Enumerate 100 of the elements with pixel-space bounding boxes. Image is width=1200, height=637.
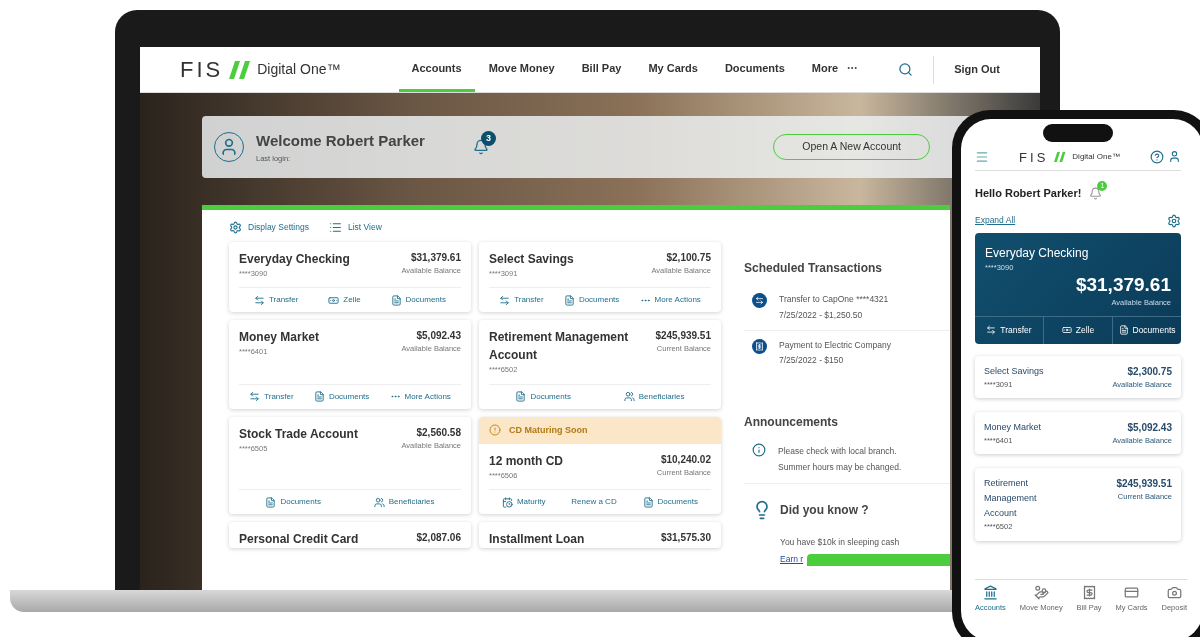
account-name: Stock Trade Account (239, 425, 358, 443)
toolbar-button[interactable]: Display Settings (229, 221, 309, 234)
card-action-link[interactable]: Beneficiaries (373, 496, 435, 509)
expand-all-link[interactable]: Expand All (975, 214, 1016, 227)
card-action-link[interactable]: Transfer (499, 294, 544, 307)
transaction-title: Transfer to CapOne ****4321 (779, 293, 889, 306)
balance: $2,087.06 (416, 531, 461, 546)
section-title: Scheduled Transactions (744, 260, 884, 277)
balance: $31,379.61 (1075, 272, 1171, 297)
account-name: Installment Loan (489, 531, 585, 549)
card-action-link[interactable]: Documents (313, 390, 370, 403)
product-name: Digital One™ (257, 60, 341, 79)
logo-mark: FIS (180, 58, 224, 81)
banknote-icon (328, 294, 340, 306)
account-name: 12 month CD (489, 453, 563, 470)
info-icon (752, 443, 766, 457)
nav-tab[interactable]: More (798, 47, 872, 92)
greeting: Hello Robert Parker! (975, 186, 1082, 201)
account-name: Select Savings (489, 251, 574, 268)
balance: $245,939.51 (655, 329, 711, 344)
notice-text: CD Maturing Soon (509, 423, 588, 437)
account-name: Everyday Checking (985, 244, 1090, 262)
search-icon[interactable] (898, 62, 914, 77)
welcome-title: Welcome Robert Parker (256, 131, 425, 152)
transaction-title: Payment to Electric Company (779, 338, 891, 352)
banknote-icon (1061, 325, 1072, 336)
account-name: Retirement Management Account (489, 329, 630, 365)
transfer-icon (752, 293, 767, 308)
slash-logo-icon (1054, 152, 1067, 162)
document-icon (313, 391, 325, 402)
account-name: Money Market (984, 421, 1043, 434)
earn-link[interactable]: Earn r (780, 552, 804, 566)
transfer-icon (986, 325, 997, 336)
document-icon (265, 496, 277, 508)
document-icon (642, 496, 654, 508)
coins-icon (1033, 584, 1049, 600)
card-action-link[interactable]: Zelle (1043, 317, 1112, 344)
card-action-link[interactable]: Documents (265, 496, 321, 509)
balance: $5,092.43 (1127, 421, 1172, 435)
help-icon[interactable] (1150, 150, 1164, 164)
camera-notch (1043, 124, 1113, 142)
section-title: Announcements (744, 414, 839, 431)
card-action-link[interactable]: Documents (642, 496, 699, 509)
card-action-link[interactable]: Documents (1112, 317, 1181, 344)
toolbar-button[interactable]: List View (328, 221, 382, 234)
card-action-link[interactable]: Maturity (501, 496, 546, 509)
card-action-link[interactable]: Transfer (249, 390, 294, 403)
announcement-text: Please check with local branch. Summer hours may be changed. (778, 445, 903, 474)
payment-icon (752, 338, 767, 354)
camera-icon (1166, 584, 1182, 600)
transfer-icon (499, 294, 511, 306)
receipt-icon (1081, 584, 1097, 600)
alert-icon (489, 424, 501, 437)
balance: $31,575.30 (660, 531, 711, 546)
settings-icon (229, 221, 242, 234)
slash-logo-icon (229, 60, 252, 79)
nav-tab[interactable]: Move Money (475, 47, 568, 92)
account-card[interactable]: Installment Loan $31,575.30 (479, 522, 721, 549)
nav-tab[interactable]: Bill Pay (568, 47, 635, 92)
document-icon (390, 294, 402, 306)
nav-tab[interactable]: My Cards (635, 47, 711, 92)
account-card[interactable]: Personal Credit Card $2,087.06 (229, 522, 471, 549)
card-action-link[interactable]: More Actions (389, 390, 451, 403)
card-action-link[interactable]: Zelle (328, 294, 361, 307)
card-action-link[interactable]: Transfer (253, 294, 299, 307)
user-icon[interactable] (1168, 150, 1181, 163)
balance: $31,379.61 (410, 251, 461, 265)
balance: $2,560.58 (416, 425, 461, 440)
card-action-link[interactable]: Transfer (975, 317, 1043, 344)
card-action-link[interactable]: Documents (390, 294, 447, 307)
balance: $2,100.75 (666, 251, 711, 265)
settings-icon[interactable] (1167, 213, 1181, 228)
nav-tab[interactable]: Documents (711, 47, 798, 92)
document-icon (563, 294, 575, 306)
account-name: Retirement Management Account (984, 477, 1038, 521)
account-name: Money Market (239, 329, 320, 347)
people-icon (373, 496, 385, 508)
balance: $10,240.02 (660, 453, 711, 467)
bank-icon (982, 584, 998, 600)
transfer-icon (249, 391, 261, 402)
logo-mark: FIS (1019, 150, 1049, 164)
list-icon (328, 221, 342, 234)
bell-icon[interactable] (472, 139, 489, 155)
card-action-link[interactable]: More Actions (639, 294, 701, 307)
account-name: Select Savings (984, 364, 1045, 378)
card-action-link[interactable]: Documents (515, 390, 571, 403)
account-name: Personal Credit Card (239, 531, 359, 549)
balance: $2,300.75 (1127, 364, 1172, 379)
transaction-detail: 7/25/2022 - $150 (779, 354, 845, 367)
card-action-link[interactable]: Renew a CD (571, 496, 617, 509)
tip-text: You have $10k in sleeping cash (779, 536, 901, 549)
sign-out-button[interactable]: Sign Out (954, 61, 1000, 78)
document-icon (1118, 325, 1129, 336)
account-name: Everyday Checking (239, 251, 350, 268)
notification-badge: 3 (480, 131, 496, 146)
document-icon (515, 391, 527, 402)
card-action-link[interactable]: Beneficiaries (623, 390, 685, 403)
card-action-link[interactable]: Documents (563, 294, 620, 307)
balance: $245,939.51 (1116, 477, 1172, 492)
people-icon (623, 391, 635, 402)
